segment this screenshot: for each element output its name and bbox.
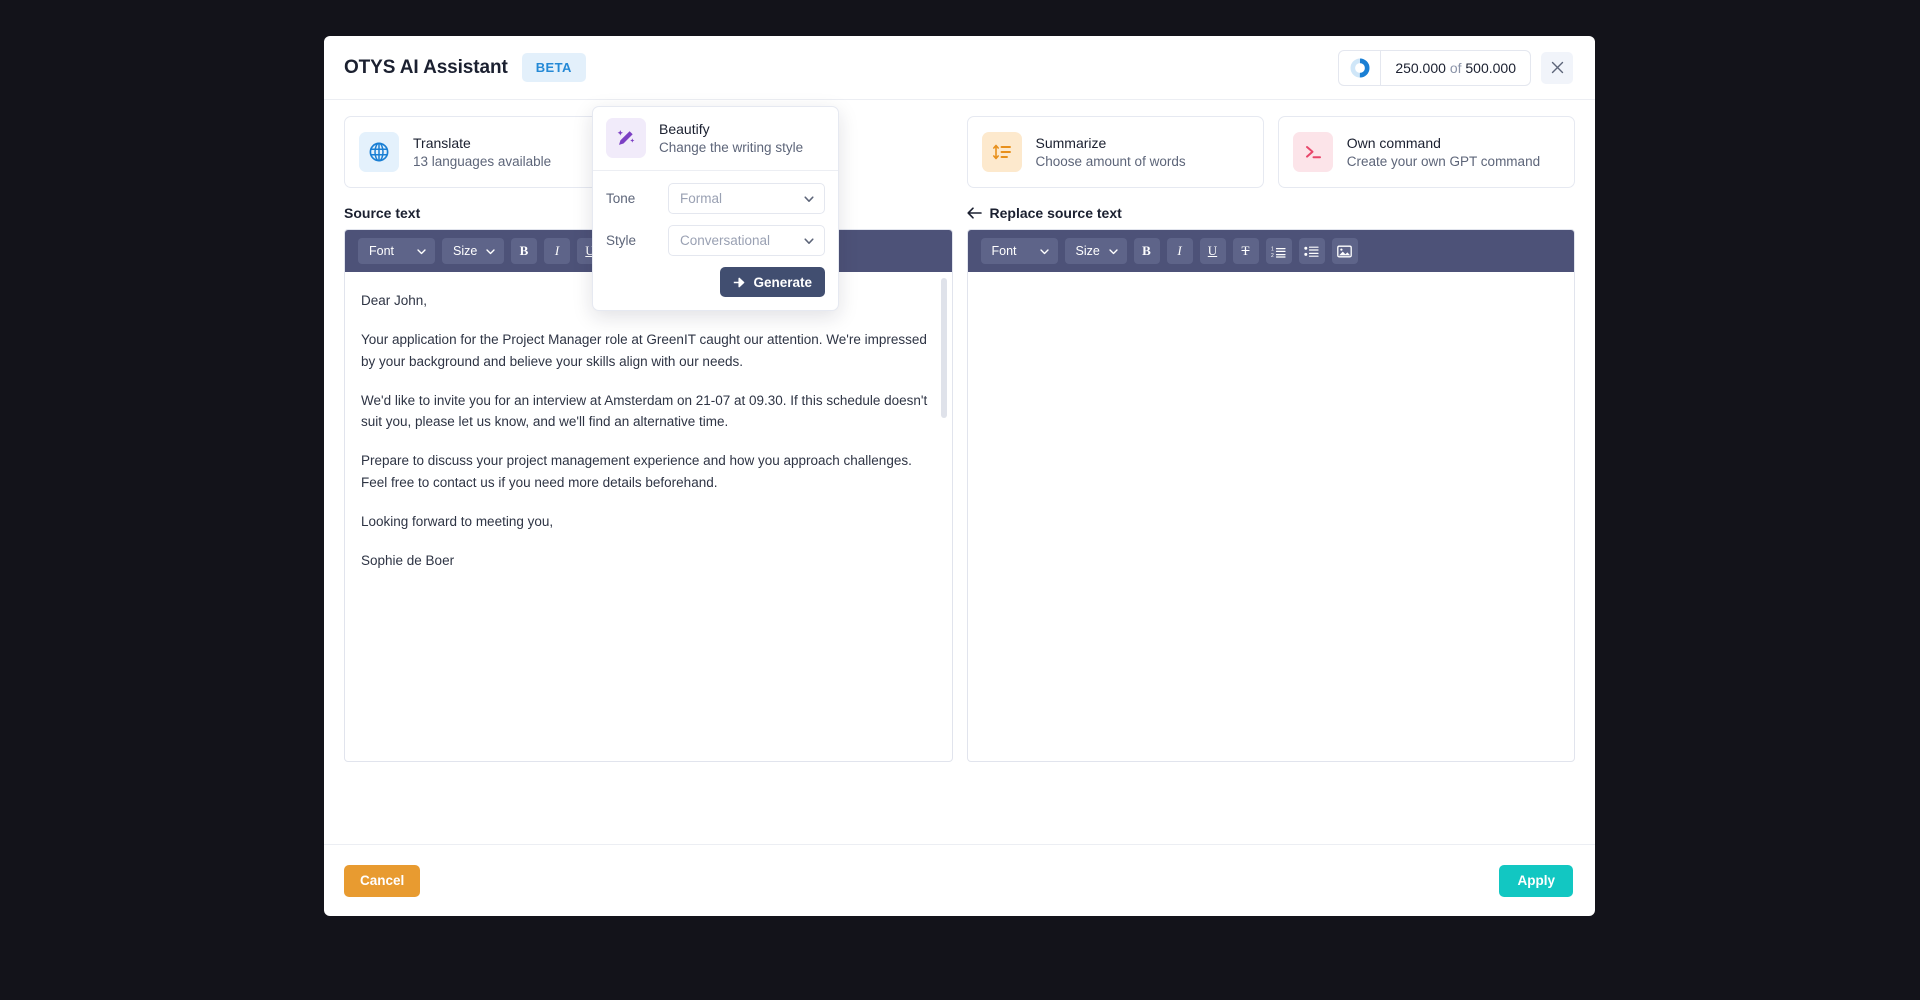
action-card-own-command[interactable]: Own command Create your own GPT command xyxy=(1277,116,1575,188)
result-font-label: Font xyxy=(991,244,1017,258)
card-subtitle: Create your own GPT command xyxy=(1346,154,1541,169)
result-bold-button[interactable]: B xyxy=(1133,238,1160,264)
source-pane-label-text: Source text xyxy=(344,205,421,221)
page-title: OTYS AI Assistant xyxy=(344,56,508,78)
beautify-panel-subtitle: Change the writing style xyxy=(659,140,804,155)
source-paragraph: Looking forward to meeting you, xyxy=(361,514,554,530)
modal-header: OTYS AI Assistant BETA 250.000 of 500.00… xyxy=(324,36,1595,100)
cancel-button[interactable]: Cancel xyxy=(344,864,421,897)
token-used: 250.000 xyxy=(1395,59,1446,76)
generate-row: Generate xyxy=(606,267,825,297)
apply-button[interactable]: Apply xyxy=(1499,864,1573,897)
result-text-editor[interactable] xyxy=(968,272,1575,761)
source-size-label: Size xyxy=(453,244,478,258)
result-bullet-list-button[interactable] xyxy=(1298,238,1325,264)
source-editor-scrollbar[interactable] xyxy=(940,278,947,755)
style-label: Style xyxy=(606,233,637,248)
token-of-word: of xyxy=(1449,59,1462,76)
result-size-label: Size xyxy=(1075,244,1100,258)
svg-text:2: 2 xyxy=(1271,253,1274,258)
chevron-down-icon xyxy=(417,248,426,254)
numbered-list-icon: 1 2 xyxy=(1271,246,1286,258)
source-paragraph: Your application for the Project Manager… xyxy=(361,331,927,369)
token-total: 500.000 xyxy=(1465,59,1516,76)
chevron-down-icon xyxy=(804,237,814,244)
card-subtitle: 13 languages available xyxy=(413,154,552,169)
action-card-summarize[interactable]: Summarize Choose amount of words xyxy=(966,116,1264,188)
result-font-select[interactable]: Font xyxy=(980,238,1058,264)
card-texts: Translate 13 languages available xyxy=(413,135,551,169)
card-subtitle: Choose amount of words xyxy=(1035,154,1186,169)
card-title: Summarize xyxy=(1035,135,1107,151)
card-texts: Beautify Change the writing style xyxy=(659,121,803,155)
source-text-content: Dear John, Your application for the Proj… xyxy=(361,290,930,572)
result-underline-button[interactable]: U xyxy=(1199,238,1226,264)
close-button[interactable] xyxy=(1541,51,1573,84)
globe-icon xyxy=(359,132,399,172)
svg-text:1: 1 xyxy=(1271,246,1274,252)
magic-wand-icon xyxy=(606,118,646,158)
result-editor-pane: Font Size B I U T 1 2 xyxy=(966,229,1575,762)
source-bold-button[interactable]: B xyxy=(511,238,537,264)
source-paragraph: Sophie de Boer xyxy=(361,552,455,568)
result-italic-button[interactable]: I xyxy=(1166,238,1193,264)
result-pane-label[interactable]: Replace source text xyxy=(966,204,1576,222)
arrow-left-icon xyxy=(966,207,982,219)
result-insert-image-button[interactable] xyxy=(1331,238,1358,264)
editor-panes: Font Size B I U Dear John, Your applicat… xyxy=(344,229,1575,762)
pane-labels-row: Source text Replace source text xyxy=(344,204,1575,222)
tone-select[interactable]: Formal xyxy=(668,183,825,214)
result-size-select[interactable]: Size xyxy=(1064,238,1127,264)
style-row: Style Conversational xyxy=(606,225,825,256)
card-texts: Own command Create your own GPT command xyxy=(1347,135,1540,169)
generate-label: Generate xyxy=(753,274,812,290)
screen-root: OTYS AI Assistant BETA 250.000 of 500.00… xyxy=(0,0,1920,1000)
source-size-select[interactable]: Size xyxy=(442,238,504,264)
result-editor-toolbar: Font Size B I U T 1 2 xyxy=(967,230,1574,272)
close-icon xyxy=(1551,61,1563,74)
beautify-panel-header[interactable]: Beautify Change the writing style xyxy=(593,107,838,171)
card-texts: Summarize Choose amount of words xyxy=(1036,135,1186,169)
card-title: Translate xyxy=(413,135,471,151)
chevron-down-icon xyxy=(486,248,495,254)
token-usage-chip[interactable]: 250.000 of 500.000 xyxy=(1338,49,1531,86)
result-numbered-list-button[interactable]: 1 2 xyxy=(1265,238,1292,264)
source-text-editor[interactable]: Dear John, Your application for the Proj… xyxy=(345,272,952,761)
source-font-select[interactable]: Font xyxy=(358,238,435,264)
token-usage-label: 250.000 of 500.000 xyxy=(1381,60,1530,76)
source-italic-button[interactable]: I xyxy=(544,238,570,264)
donut-progress-icon xyxy=(1339,50,1382,85)
chevron-down-icon xyxy=(804,195,814,202)
style-select[interactable]: Conversational xyxy=(668,225,825,256)
ai-assistant-modal: OTYS AI Assistant BETA 250.000 of 500.00… xyxy=(324,36,1595,916)
beautify-form: Tone Formal Style Conversational Generat… xyxy=(593,171,838,310)
terminal-prompt-icon xyxy=(1292,132,1333,172)
tone-label: Tone xyxy=(606,191,636,206)
tone-value: Formal xyxy=(680,191,723,206)
beautify-dropdown-panel: Beautify Change the writing style Tone F… xyxy=(592,106,839,311)
action-cards-row: Translate 13 languages available Beautif… xyxy=(344,116,1575,188)
modal-footer: Cancel Apply xyxy=(324,844,1595,916)
card-title: Own command xyxy=(1346,135,1441,151)
tone-row: Tone Formal xyxy=(606,183,825,214)
image-icon xyxy=(1337,245,1352,257)
generate-button[interactable]: Generate xyxy=(720,267,825,297)
source-paragraph: We'd like to invite you for an interview… xyxy=(361,392,928,430)
result-pane-label-text: Replace source text xyxy=(989,205,1122,221)
chevron-down-icon xyxy=(1039,248,1049,254)
sort-lines-icon xyxy=(981,132,1022,172)
bullet-list-icon xyxy=(1304,246,1319,257)
style-value: Conversational xyxy=(680,233,771,248)
header-actions: 250.000 of 500.000 xyxy=(1338,49,1573,86)
source-font-label: Font xyxy=(369,244,395,258)
beautify-panel-title: Beautify xyxy=(659,121,710,137)
scrollbar-thumb[interactable] xyxy=(940,278,947,418)
beta-badge: BETA xyxy=(521,53,586,82)
send-arrow-icon xyxy=(734,277,745,287)
source-paragraph: Prepare to discuss your project manageme… xyxy=(361,453,912,491)
result-strikethrough-button[interactable]: T xyxy=(1232,238,1259,264)
modal-body: Translate 13 languages available Beautif… xyxy=(324,100,1595,828)
chevron-down-icon xyxy=(1108,248,1118,254)
